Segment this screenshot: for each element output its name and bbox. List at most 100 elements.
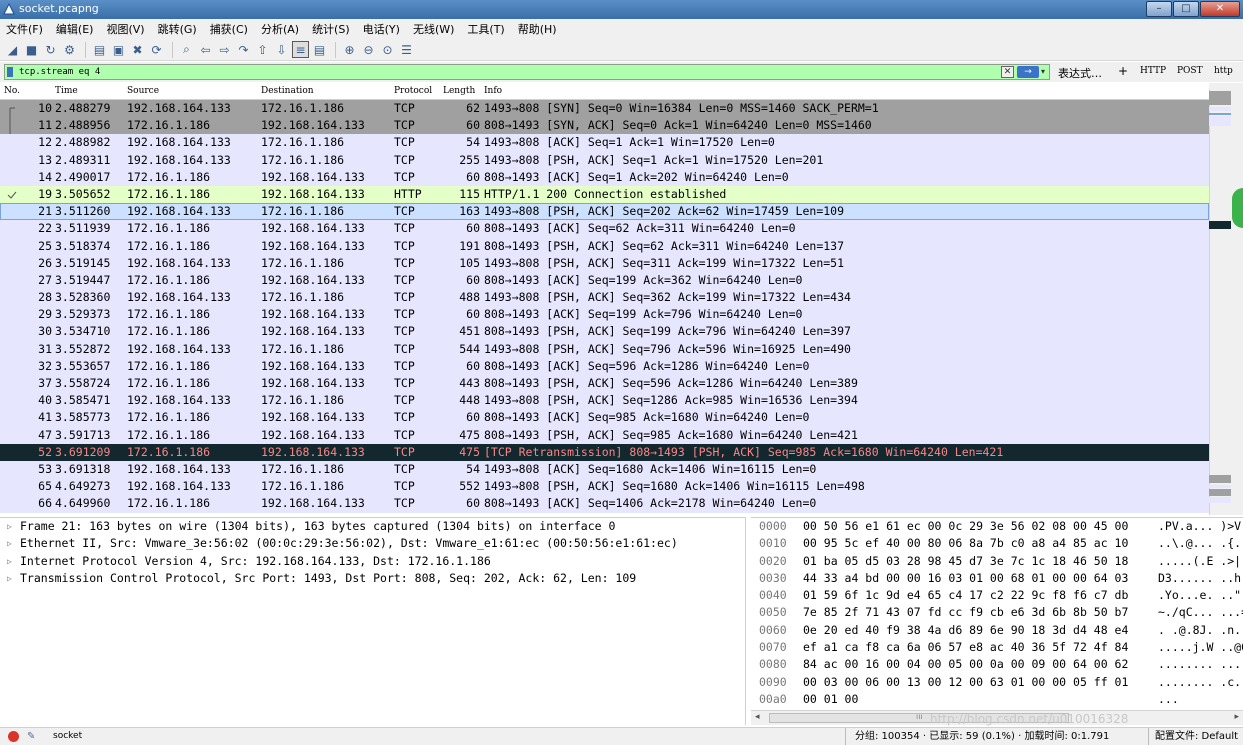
minimize-button[interactable]: – (1146, 1, 1172, 17)
packet-row[interactable]: 25 3.518374 172.16.1.186 192.168.164.133 TCP… (0, 237, 1209, 255)
column-header-info[interactable]: Info (484, 86, 502, 96)
back-icon[interactable]: ⇦ (197, 41, 214, 58)
filter-button-http[interactable]: HTTP (1140, 66, 1166, 76)
column-header-protocol[interactable]: Protocol (394, 86, 432, 96)
bytes-row[interactable]: 0070 ef a1 ca f8 ca 6a 06 57 e8 ac 40 36 … (751, 639, 1243, 656)
first-icon[interactable]: ⇧ (254, 41, 271, 58)
packet-row[interactable]: 21 3.511260 192.168.164.133 172.16.1.186 TCP… (0, 203, 1209, 221)
column-header-no[interactable]: No. (4, 86, 20, 96)
zoom-normal-icon[interactable]: ⊙ (379, 41, 396, 58)
menu-item-9[interactable]: 工具(T) (467, 21, 504, 37)
detail-tree-item[interactable]: ▷ Transmission Control Protocol, Src Port… (0, 570, 745, 587)
autoscroll-icon[interactable]: ≡ (292, 41, 309, 58)
menu-item-5[interactable]: 分析(A) (261, 21, 299, 37)
shark-fin-start-icon[interactable]: ◢ (4, 41, 21, 58)
expand-arrow-icon[interactable]: ▷ (7, 570, 12, 587)
filter-history-dropdown-icon[interactable]: ▾ (1041, 66, 1050, 78)
packet-row[interactable]: 12 2.488982 192.168.164.133 172.16.1.186 TCP… (0, 134, 1209, 152)
goto-icon[interactable]: ↷ (235, 41, 252, 58)
close-window-button[interactable]: ✕ (1200, 1, 1240, 17)
restart-icon[interactable]: ↻ (42, 41, 59, 58)
open-icon[interactable]: ▤ (91, 41, 108, 58)
scroll-left-icon[interactable]: ◂ (755, 712, 760, 722)
bytes-row[interactable]: 0090 00 03 00 06 00 13 00 12 00 63 01 00 … (751, 674, 1243, 691)
packet-row[interactable]: 30 3.534710 172.16.1.186 192.168.164.133 TCP… (0, 323, 1209, 341)
menu-item-7[interactable]: 电话(Y) (363, 21, 400, 37)
packet-row[interactable]: 52 3.691209 172.16.1.186 192.168.164.133 TCP… (0, 443, 1209, 461)
detail-tree-item[interactable]: ▷ Ethernet II, Src: Vmware_3e:56:02 (00:0… (0, 535, 745, 552)
packet-row[interactable]: 41 3.585773 172.16.1.186 192.168.164.133 TCP… (0, 409, 1209, 427)
packet-row[interactable]: 14 2.490017 172.16.1.186 192.168.164.133 TCP… (0, 168, 1209, 186)
column-header-time[interactable]: Time (55, 86, 78, 96)
filter-button-post[interactable]: POST (1177, 66, 1203, 76)
packet-row[interactable]: 37 3.558724 172.16.1.186 192.168.164.133 TCP… (0, 375, 1209, 393)
colorize-icon[interactable]: ▤ (311, 41, 328, 58)
bytes-row[interactable]: 0040 01 59 6f 1c 9d e4 65 c4 17 c2 22 9c … (751, 587, 1243, 604)
apply-filter-arrow-icon[interactable]: → (1017, 66, 1039, 78)
bytes-row[interactable]: 0000 00 50 56 e1 61 ec 00 0c 29 3e 56 02 … (751, 518, 1243, 535)
filter-button-http-lower[interactable]: http (1214, 66, 1233, 76)
packet-row[interactable]: 19 3.505652 172.16.1.186 192.168.164.133 HTT… (0, 185, 1209, 204)
bytes-row[interactable]: 0030 44 33 a4 bd 00 00 16 03 01 00 68 01 … (751, 570, 1243, 587)
detail-tree-item[interactable]: ▷ Frame 21: 163 bytes on wire (1304 bits)… (0, 518, 745, 535)
bytes-row[interactable]: 0060 0e 20 ed 40 f9 38 4a d6 89 6e 90 18 … (751, 622, 1243, 639)
bytes-row[interactable]: 00a0 00 01 00... (751, 691, 1243, 708)
packet-row[interactable]: 47 3.591713 172.16.1.186 192.168.164.133 TCP… (0, 426, 1209, 444)
menu-item-4[interactable]: 捕获(C) (210, 21, 248, 37)
find-icon[interactable]: ⌕ (178, 41, 195, 58)
save-icon[interactable]: ▣ (110, 41, 127, 58)
packet-row[interactable]: 40 3.585471 192.168.164.133 172.16.1.186 TCP… (0, 392, 1209, 410)
reload-icon[interactable]: ⟳ (148, 41, 165, 58)
packet-row[interactable]: 53 3.691318 192.168.164.133 172.16.1.186 TCP… (0, 460, 1209, 479)
expert-info-icon[interactable] (8, 731, 19, 742)
detail-tree-item[interactable]: ▷ Internet Protocol Version 4, Src: 192.1… (0, 553, 745, 570)
profile-switcher[interactable]: 配置文件: Default (1148, 728, 1238, 745)
menu-item-1[interactable]: 编辑(E) (56, 21, 94, 37)
maximize-button[interactable]: □ (1173, 1, 1199, 17)
expand-arrow-icon[interactable]: ▷ (7, 518, 12, 535)
packet-row[interactable]: 29 3.529373 172.16.1.186 192.168.164.133 TCP… (0, 306, 1209, 324)
expand-arrow-icon[interactable]: ▷ (7, 553, 12, 570)
packet-row[interactable]: 26 3.519145 192.168.164.133 172.16.1.186 TCP… (0, 254, 1209, 272)
packet-row[interactable]: 13 2.489311 192.168.164.133 172.16.1.186 TCP… (0, 151, 1209, 169)
options-icon[interactable]: ⚙ (61, 41, 78, 58)
column-header-destination[interactable]: Destination (261, 86, 314, 96)
display-filter-input[interactable] (19, 65, 979, 79)
menu-item-3[interactable]: 跳转(G) (158, 21, 197, 37)
bytes-row[interactable]: 0080 84 ac 00 16 00 04 00 05 00 0a 00 09 … (751, 656, 1243, 673)
menu-item-0[interactable]: 文件(F) (6, 21, 43, 37)
column-header-source[interactable]: Source (127, 86, 159, 96)
packet-row[interactable]: 11 2.488956 172.16.1.186 192.168.164.133 TCP… (0, 117, 1209, 135)
menu-item-10[interactable]: 帮助(H) (518, 21, 557, 37)
packet-row[interactable]: 22 3.511939 172.16.1.186 192.168.164.133 TCP… (0, 220, 1209, 238)
menu-item-6[interactable]: 统计(S) (312, 21, 350, 37)
capture-comment-icon[interactable]: ✎ (27, 728, 35, 745)
column-header-length[interactable]: Length (443, 86, 475, 96)
zoom-in-icon[interactable]: ⊕ (341, 41, 358, 58)
bytes-row[interactable]: 0010 00 95 5c ef 40 00 80 06 8a 7b c0 a8 … (751, 535, 1243, 552)
close-file-icon[interactable]: ✖ (129, 41, 146, 58)
packet-row[interactable]: 31 3.552872 192.168.164.133 172.16.1.186 TCP… (0, 340, 1209, 358)
forward-icon[interactable]: ⇨ (216, 41, 233, 58)
clear-filter-icon[interactable]: ✕ (1001, 66, 1014, 78)
packet-row[interactable]: 32 3.553657 172.16.1.186 192.168.164.133 TCP… (0, 357, 1209, 375)
filter-bookmark-icon[interactable] (7, 67, 13, 77)
packet-row[interactable]: 27 3.519447 172.16.1.186 192.168.164.133 TCP… (0, 271, 1209, 290)
add-filter-button[interactable]: + (1118, 64, 1128, 78)
scroll-right-icon[interactable]: ▸ (1234, 712, 1239, 722)
bytes-row[interactable]: 0020 01 ba 05 d5 03 28 98 45 d7 3e 7c 1c … (751, 553, 1243, 570)
last-icon[interactable]: ⇩ (273, 41, 290, 58)
packet-row[interactable]: 10 2.488279 192.168.164.133 172.16.1.186 TCP… (0, 100, 1209, 118)
packet-row[interactable]: 28 3.528360 192.168.164.133 172.16.1.186 TCP… (0, 289, 1209, 307)
expression-button[interactable]: 表达式… (1058, 65, 1102, 81)
expand-arrow-icon[interactable]: ▷ (7, 535, 12, 552)
menu-item-8[interactable]: 无线(W) (413, 21, 454, 37)
packet-row[interactable]: 66 4.649960 172.16.1.186 192.168.164.133 TCP… (0, 495, 1209, 513)
stop-icon[interactable]: ■ (23, 41, 40, 58)
zoom-out-icon[interactable]: ⊖ (360, 41, 377, 58)
bytes-row[interactable]: 0050 7e 85 2f 71 43 07 fd cc f9 cb e6 3d … (751, 604, 1243, 621)
packet-minimap[interactable] (1209, 83, 1231, 515)
packet-row[interactable]: 65 4.649273 192.168.164.133 172.16.1.186 TCP… (0, 478, 1209, 496)
resize-columns-icon[interactable]: ☰ (398, 41, 415, 58)
menu-item-2[interactable]: 视图(V) (106, 21, 144, 37)
